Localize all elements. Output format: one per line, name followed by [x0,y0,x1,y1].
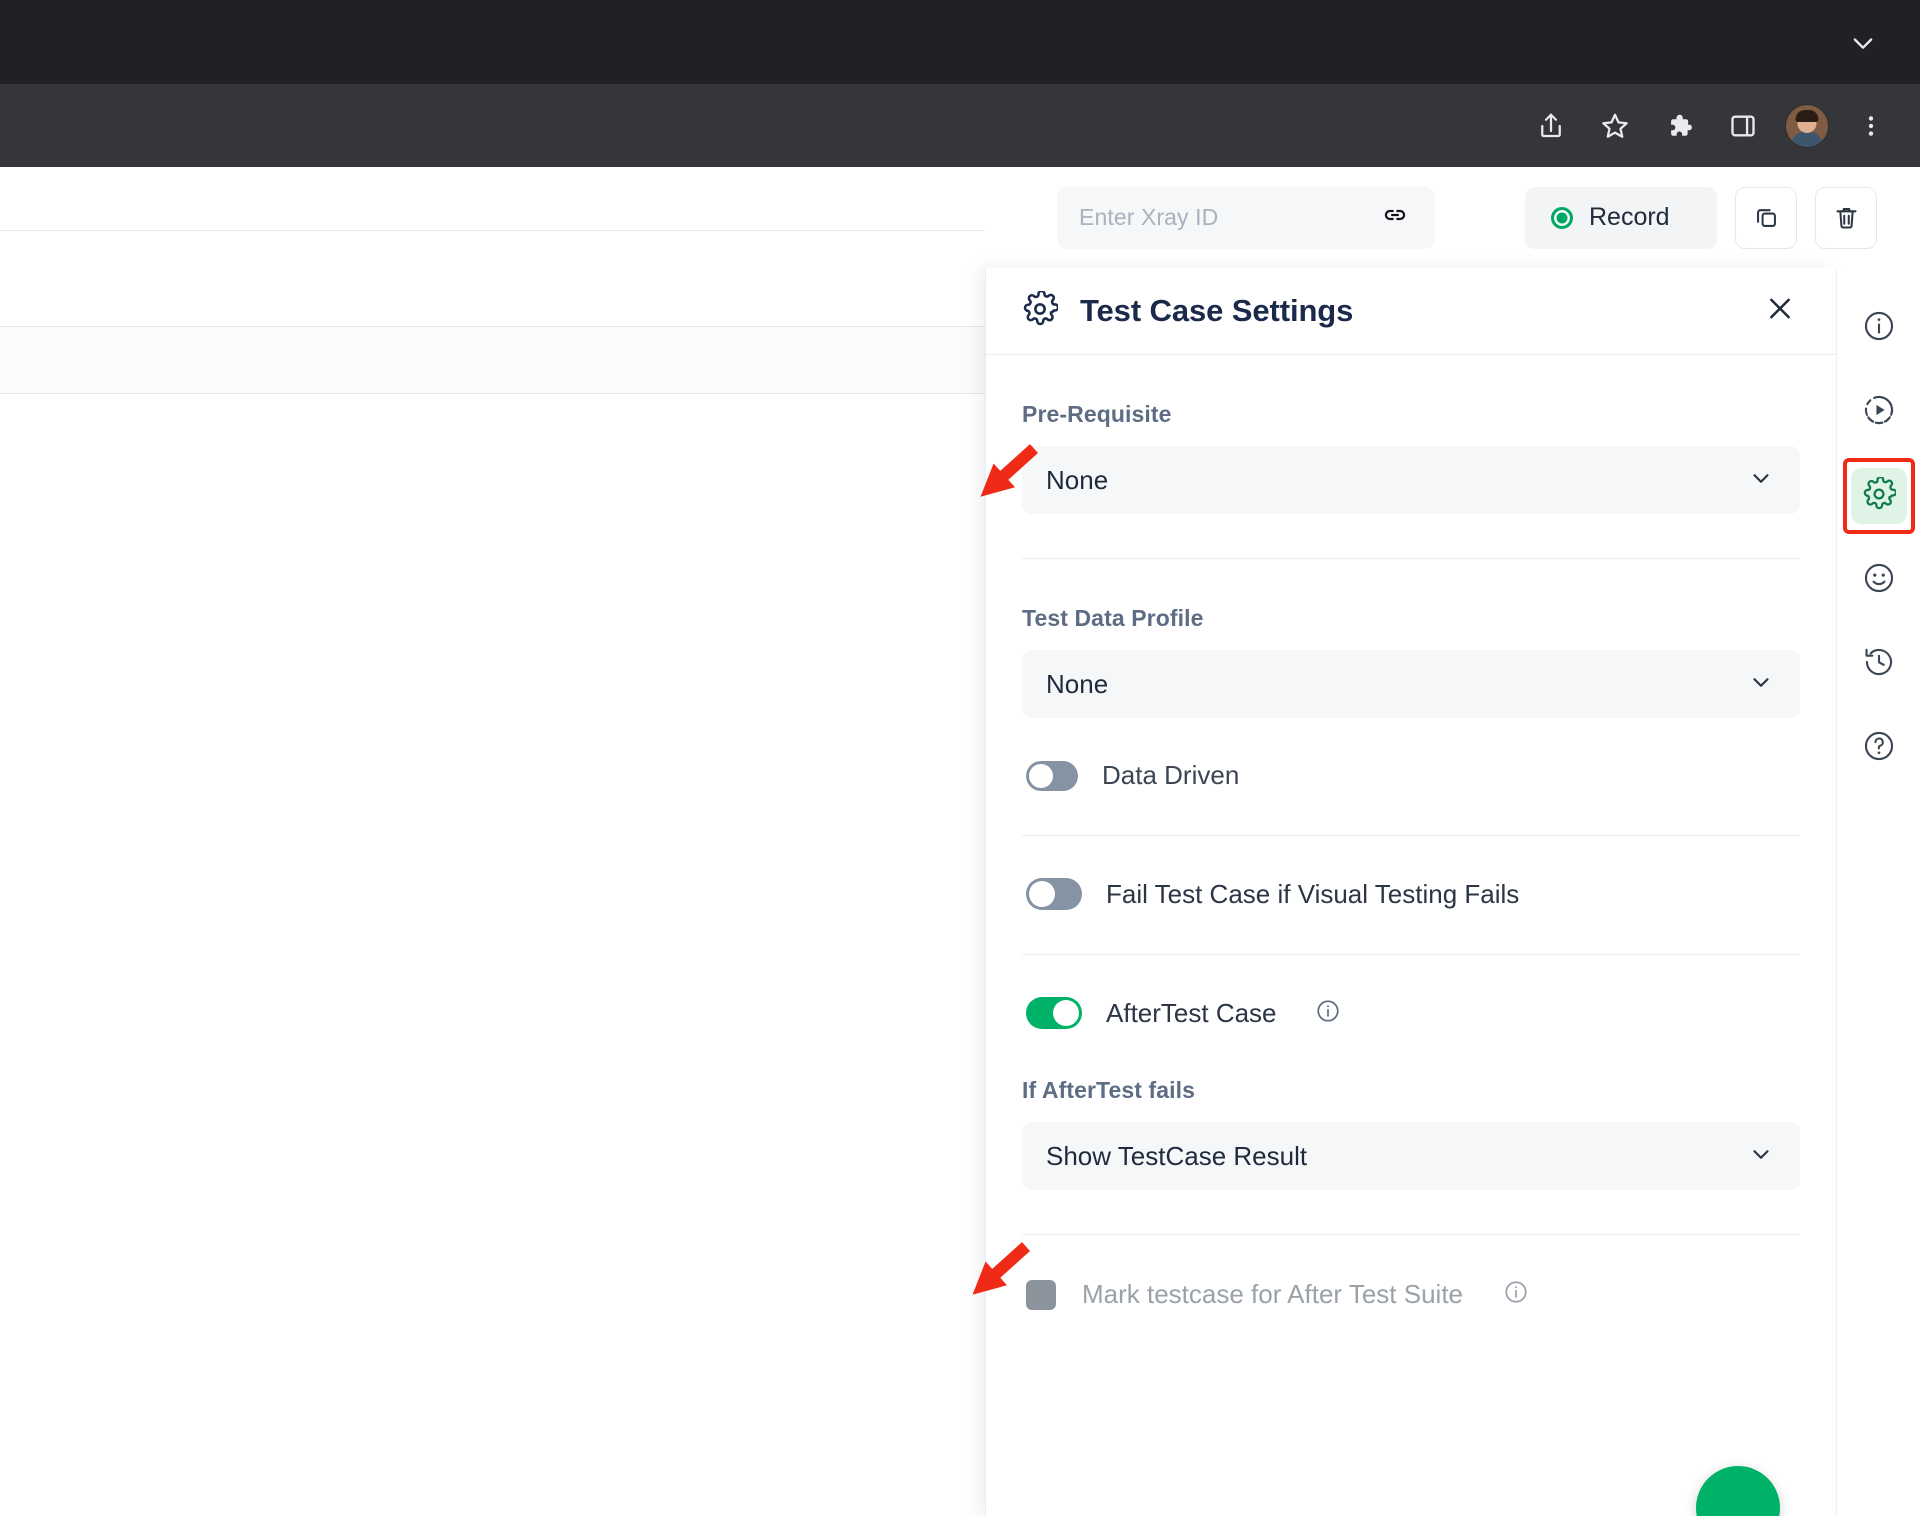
if-after-test-fails-select[interactable]: Show TestCase Result [1022,1122,1800,1190]
record-indicator-icon [1551,206,1573,229]
chevron-down-icon [1748,669,1774,700]
delete-button[interactable] [1815,186,1877,249]
data-driven-toggle[interactable] [1026,760,1078,791]
if-after-test-fails-value: Show TestCase Result [1046,1140,1308,1171]
extensions-puzzle-icon[interactable] [1652,99,1706,153]
mark-after-suite-row[interactable]: Mark testcase for After Test Suite [1022,1235,1800,1310]
pre-requisite-value: None [1046,464,1109,495]
after-test-case-toggle[interactable] [1026,997,1082,1029]
avatar-image [1785,103,1829,148]
panel-body: Pre-Requisite None Test Data Profile Non… [986,401,1836,1310]
floating-action-button[interactable] [1696,1466,1780,1516]
mark-after-suite-checkbox[interactable] [1026,1279,1056,1310]
kebab-menu-icon[interactable] [1844,99,1898,153]
right-icon-rail [1836,268,1920,1516]
data-driven-label: Data Driven [1102,760,1240,790]
content-row-shaded [0,327,985,393]
test-data-profile-label: Test Data Profile [1022,605,1204,631]
test-data-profile-select[interactable]: None [1022,650,1800,718]
info-icon [1862,309,1896,348]
chevron-down-icon [1748,465,1774,496]
info-icon[interactable] [1315,998,1341,1029]
info-icon[interactable] [1503,1279,1529,1310]
content-divider [0,326,985,327]
side-panel-icon[interactable] [1716,99,1770,153]
chevron-down-icon [1748,1141,1774,1172]
page-title: Test Case Settings [1080,293,1354,328]
rail-item-info[interactable] [1851,300,1907,356]
content-divider [0,393,985,394]
gear-icon [1862,475,1897,516]
fail-visual-testing-row[interactable]: Fail Test Case if Visual Testing Fails [1022,836,1800,910]
gear-icon [1022,289,1060,332]
app-toolbar: Enter Xray ID Record [985,167,1920,268]
copy-button[interactable] [1735,186,1797,249]
close-icon[interactable] [1764,293,1796,330]
record-button[interactable]: Record [1525,186,1717,249]
after-test-case-label: AfterTest Case [1106,997,1277,1028]
browser-tabstrip [0,0,1920,84]
face-persona-icon [1862,561,1896,600]
mark-after-suite-label: Mark testcase for After Test Suite [1082,1279,1464,1309]
fail-visual-testing-toggle[interactable] [1026,878,1082,910]
browser-toolbar [0,84,1920,167]
after-test-case-row[interactable]: AfterTest Case [1022,955,1800,1029]
bookmark-star-icon[interactable] [1588,99,1642,153]
rail-item-run[interactable] [1851,384,1907,440]
rail-item-history[interactable] [1851,636,1907,692]
history-icon [1862,645,1896,684]
share-icon[interactable] [1524,99,1578,153]
help-circle-icon [1862,729,1896,768]
xray-id-input[interactable]: Enter Xray ID [1057,186,1435,249]
test-case-settings-panel: Test Case Settings Pre-Requisite None Te… [985,268,1836,1516]
panel-header: Test Case Settings [986,268,1836,355]
chevron-down-icon[interactable] [1842,22,1884,64]
avatar[interactable] [1780,99,1834,153]
xray-id-placeholder: Enter Xray ID [1079,204,1219,230]
play-circle-icon [1862,393,1896,432]
fail-visual-testing-label: Fail Test Case if Visual Testing Fails [1106,878,1520,909]
screen-root: Enter Xray ID Record Test Case Settings … [0,0,1920,1516]
test-data-profile-value: None [1046,668,1109,699]
pre-requisite-label: Pre-Requisite [1022,401,1172,427]
rail-item-persona[interactable] [1851,552,1907,608]
section-divider [1022,558,1800,559]
pre-requisite-select[interactable]: None [1022,446,1800,514]
content-divider [0,230,985,231]
rail-item-help[interactable] [1851,720,1907,776]
data-driven-row[interactable]: Data Driven [1022,718,1800,791]
rail-item-settings[interactable] [1842,458,1915,534]
record-button-label: Record [1589,203,1670,231]
link-icon[interactable] [1381,201,1409,234]
app-container: Enter Xray ID Record Test Case Settings … [0,167,1920,1516]
background-content-region [0,167,985,1516]
if-after-test-fails-label: If AfterTest fails [1022,1077,1196,1103]
